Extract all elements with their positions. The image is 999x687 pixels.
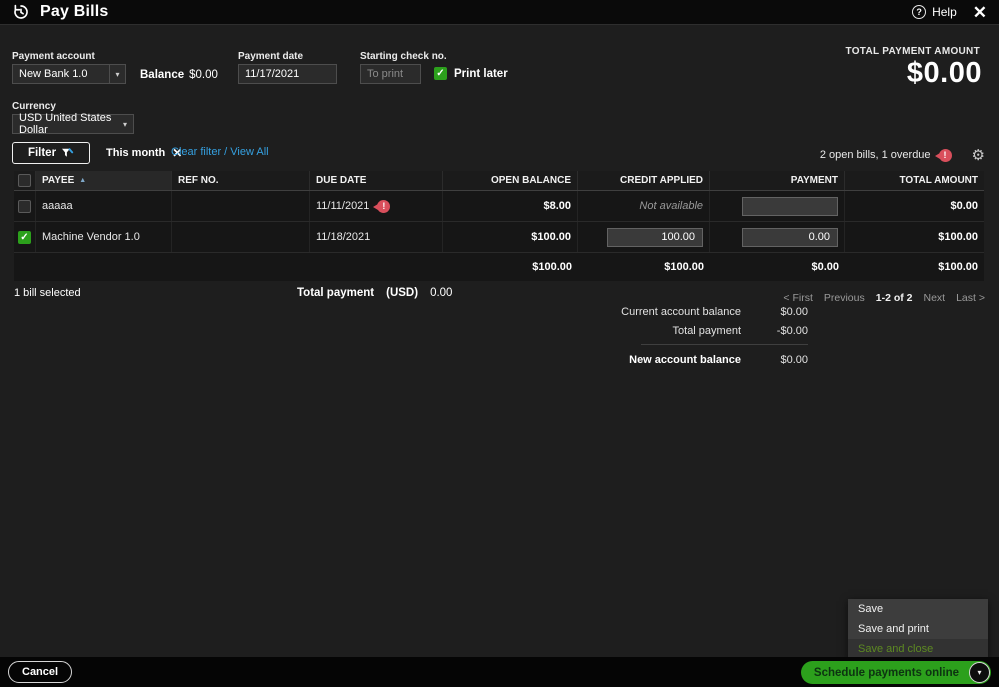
credit-applied-cell: Not available [578, 191, 710, 221]
page-title: Pay Bills [40, 3, 109, 20]
payment-account-select[interactable]: New Bank 1.0 ▾ [12, 64, 126, 84]
menu-item-save-and-close[interactable]: Save and close [848, 639, 988, 659]
ref-cell [172, 191, 310, 221]
chevron-down-icon[interactable]: ▾ [109, 65, 125, 83]
pagination-next[interactable]: Next [924, 292, 946, 304]
overdue-alert-badge: ! [934, 148, 952, 162]
currency-select[interactable]: USD United States Dollar ▾ [12, 112, 134, 136]
help-button[interactable]: ? Help [912, 5, 957, 19]
credit-applied-input[interactable] [607, 227, 703, 247]
summary-divider [641, 344, 808, 345]
payee-cell: Machine Vendor 1.0 [36, 222, 172, 252]
total-payment-line: Total payment (USD) 0.00 [297, 287, 453, 299]
starting-check-label: Starting check no. [360, 51, 447, 62]
chevron-down-icon: ▾ [122, 119, 127, 129]
select-all-checkbox[interactable] [18, 174, 31, 187]
column-header-payee[interactable]: PAYEE ▲ [36, 171, 172, 190]
total-payment-amount-value: $0.00 [906, 57, 982, 89]
summary-total-payment-label: Total payment [672, 325, 741, 337]
new-balance-value: $0.00 [780, 354, 808, 366]
bills-selected-count: 1 bill selected [14, 287, 81, 299]
schedule-dropdown-toggle[interactable]: ▾ [969, 662, 990, 683]
payment-input[interactable] [742, 196, 838, 216]
overdue-badge: ! [373, 199, 391, 213]
column-header-due-date[interactable]: DUE DATE [310, 171, 443, 190]
balance-display: Balance $0.00 [140, 69, 218, 81]
payment-input[interactable] [742, 227, 838, 247]
payment-date-label: Payment date [238, 51, 304, 62]
row-checkbox[interactable] [18, 199, 31, 213]
gear-icon[interactable]: ⚙ [972, 146, 985, 164]
row-checkbox[interactable]: ✓ [18, 230, 31, 244]
bills-table: PAYEE ▲ REF NO. DUE DATE OPEN BALANCE CRE… [14, 171, 984, 281]
cancel-button[interactable]: Cancel [8, 661, 73, 683]
column-header-credit-applied[interactable]: CREDIT APPLIED [578, 171, 710, 190]
total-payment-amount-label: TOTAL PAYMENT AMOUNT [845, 46, 980, 57]
chevron-down-icon: ▾ [977, 668, 982, 677]
pagination-first[interactable]: < First [783, 292, 812, 304]
column-header-open-balance[interactable]: OPEN BALANCE [443, 171, 578, 190]
pagination: < First Previous 1-2 of 2 Next Last > [783, 292, 985, 304]
clear-filter-link[interactable]: Clear filter / View All [171, 146, 269, 158]
payment-date-input[interactable] [238, 64, 337, 84]
table-header-row: PAYEE ▲ REF NO. DUE DATE OPEN BALANCE CRE… [14, 171, 984, 191]
pagination-range: 1-2 of 2 [875, 292, 913, 304]
print-later-checkbox[interactable]: ✓ [434, 67, 447, 80]
current-balance-value: $0.00 [780, 306, 808, 318]
save-dropdown-menu: Save Save and print Save and close [848, 599, 988, 659]
totals-total-amount: $100.00 [938, 261, 978, 273]
print-later-label: Print later [454, 67, 508, 80]
help-icon: ? [912, 5, 927, 19]
current-balance-label: Current account balance [621, 306, 741, 318]
close-icon[interactable]: ✕ [973, 4, 987, 21]
new-balance-label: New account balance [629, 354, 741, 366]
menu-item-save[interactable]: Save [848, 599, 988, 619]
sort-asc-icon: ▲ [79, 177, 87, 184]
ref-cell [172, 222, 310, 252]
due-date-cell: 11/18/2021 [310, 222, 443, 252]
payment-account-label: Payment account [12, 51, 95, 62]
funnel-icon [61, 147, 74, 159]
totals-open-balance: $100.00 [532, 261, 572, 273]
column-header-ref[interactable]: REF NO. [172, 171, 310, 190]
total-amount-cell: $100.00 [938, 231, 978, 243]
open-bills-summary: 2 open bills, 1 overdue [819, 149, 931, 161]
column-header-total-amount[interactable]: TOTAL AMOUNT [845, 171, 984, 190]
table-row: aaaaa 11/11/2021 ! $8.00 Not available $… [14, 191, 984, 222]
menu-item-save-and-print[interactable]: Save and print [848, 619, 988, 639]
top-bar: Pay Bills ? Help ✕ [0, 0, 999, 25]
currency-label: Currency [12, 101, 56, 112]
total-amount-cell: $0.00 [950, 200, 978, 212]
totals-credit-applied: $100.00 [664, 261, 704, 273]
pagination-last[interactable]: Last > [956, 292, 985, 304]
pagination-previous[interactable]: Previous [824, 292, 865, 304]
summary-total-payment-value: -$0.00 [776, 325, 808, 337]
filter-button[interactable]: Filter [12, 142, 90, 164]
column-header-payment[interactable]: PAYMENT [710, 171, 845, 190]
pay-bills-history-icon [12, 3, 30, 21]
starting-check-input[interactable] [360, 64, 421, 84]
totals-payment: $0.00 [811, 261, 839, 273]
open-balance-cell: $8.00 [443, 191, 578, 221]
account-summary: Current account balance $0.00 Total paym… [578, 306, 808, 373]
due-date-cell: 11/11/2021 ! [310, 191, 443, 221]
schedule-payments-button[interactable]: Schedule payments online [800, 661, 991, 684]
open-balance-cell: $100.00 [443, 222, 578, 252]
payee-cell: aaaaa [36, 191, 172, 221]
table-totals-row: $100.00 $100.00 $0.00 $100.00 [14, 253, 984, 281]
table-row: ✓ Machine Vendor 1.0 11/18/2021 $100.00 … [14, 222, 984, 253]
